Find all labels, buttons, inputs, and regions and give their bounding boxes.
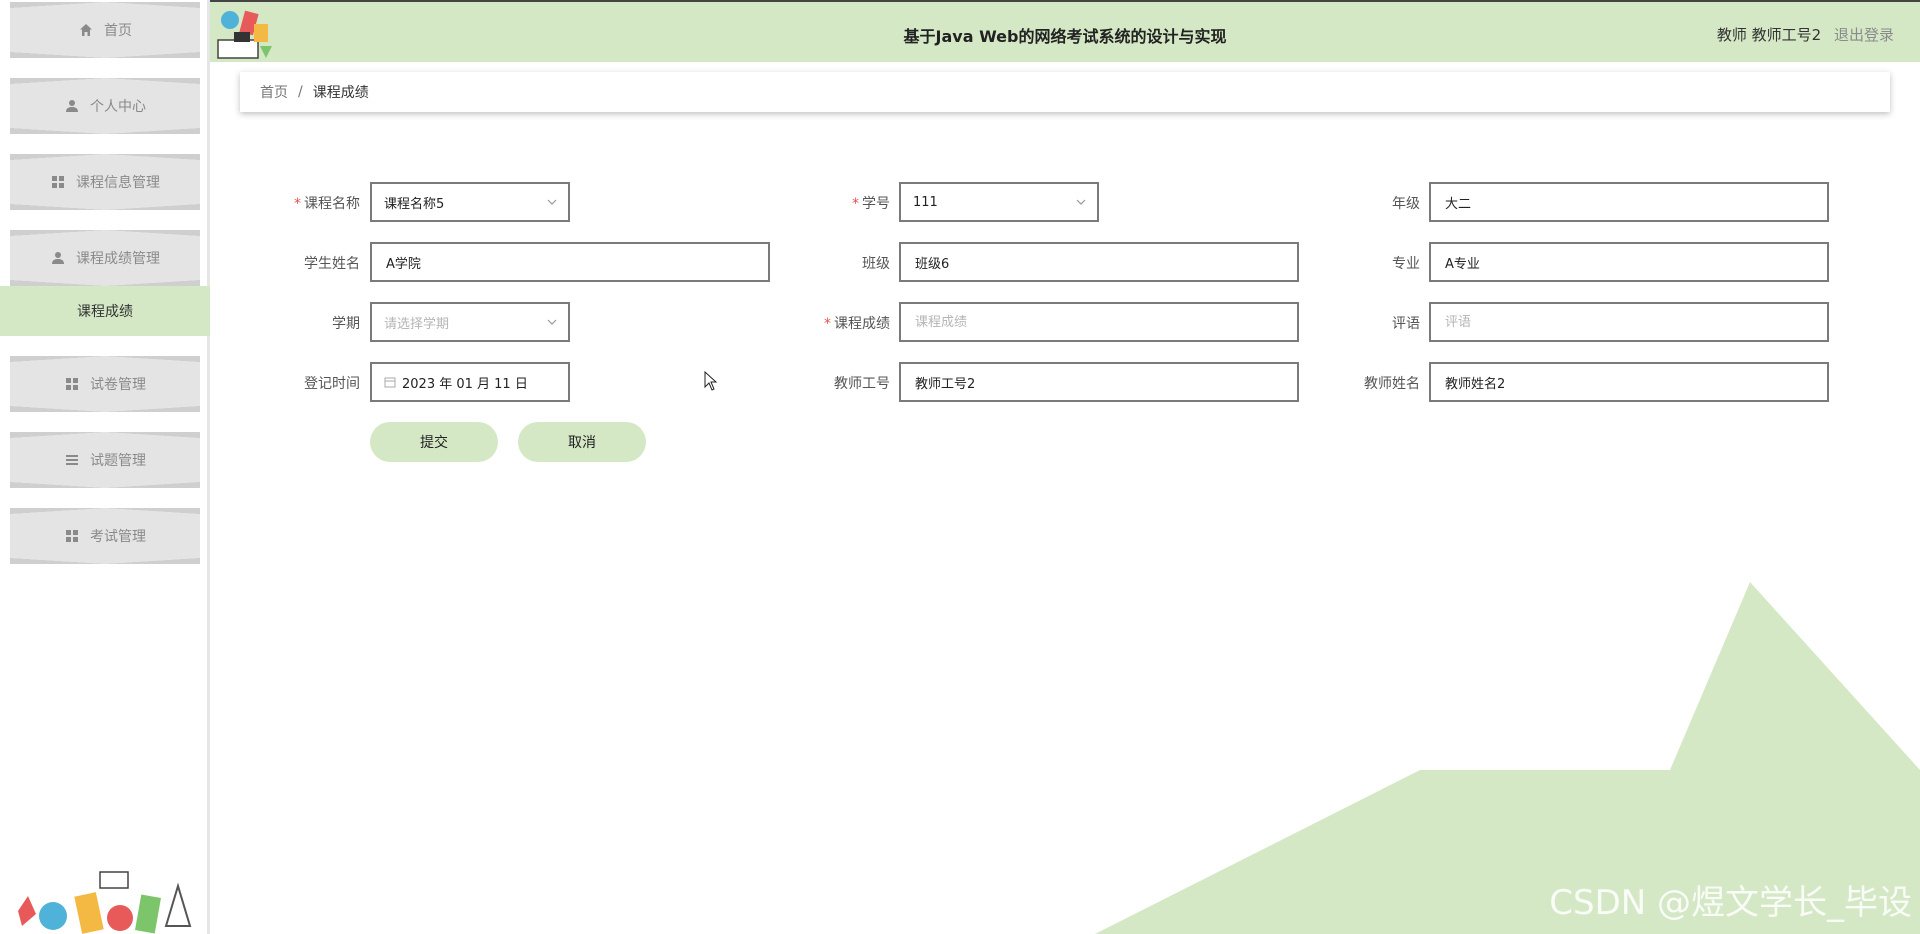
breadcrumb-separator: / [298, 84, 303, 100]
comment-input[interactable] [1443, 313, 1815, 331]
sidebar-subitem-course-score[interactable]: 课程成绩 [0, 286, 210, 336]
sidebar-item-course-info[interactable]: 课程信息管理 [10, 154, 200, 210]
sidebar: 首页 个人中心 课程信息管理 课程成绩管理 课程成绩 试卷管理 试题管理 考试管… [0, 0, 210, 934]
header-user-area: 教师 教师工号2 退出登录 [1717, 24, 1894, 45]
decorative-background-shape [1095, 582, 1920, 934]
sidebar-item-label: 课程成绩管理 [76, 251, 160, 267]
breadcrumb: 首页 / 课程成绩 [240, 72, 1890, 112]
grade-year-input[interactable] [1443, 193, 1815, 211]
class-field[interactable] [899, 242, 1299, 282]
teacher-name-label: 教师姓名 [1364, 376, 1420, 392]
chevron-down-icon [547, 319, 557, 325]
required-mark: * [294, 196, 301, 212]
course-name-label: * 课程名称 [294, 196, 360, 212]
grid-icon [64, 376, 80, 392]
course-name-select[interactable]: 课程名称5 [370, 182, 570, 222]
class-input[interactable] [913, 253, 1285, 271]
teacher-no-input[interactable] [913, 373, 1285, 391]
class-label: 班级 [862, 256, 890, 272]
register-time-label: 登记时间 [304, 376, 360, 392]
register-time-value: 2023 年 01 月 11 日 [402, 376, 528, 392]
student-name-label: 学生姓名 [304, 256, 360, 272]
watermark: CSDN @煜文学长_毕设 [1549, 883, 1912, 923]
sidebar-item-questions[interactable]: 试题管理 [10, 432, 200, 488]
sidebar-item-label: 试卷管理 [90, 377, 146, 393]
major-field[interactable] [1429, 242, 1829, 282]
sidebar-item-exam-paper[interactable]: 试卷管理 [10, 356, 200, 412]
sidebar-item-label: 个人中心 [90, 99, 146, 115]
teacher-name-input[interactable] [1443, 373, 1815, 391]
semester-select[interactable]: 请选择学期 [370, 302, 570, 342]
sidebar-item-home[interactable]: 首页 [10, 2, 200, 58]
semester-label: 学期 [332, 316, 360, 332]
required-mark: * [824, 316, 831, 332]
cancel-button[interactable]: 取消 [518, 422, 646, 462]
user-icon [50, 250, 66, 266]
register-time-picker[interactable]: 2023 年 01 月 11 日 [370, 362, 570, 402]
major-label: 专业 [1392, 256, 1420, 272]
colorful-letters-illustration [18, 871, 192, 934]
sidebar-item-course-score[interactable]: 课程成绩管理 [10, 230, 200, 286]
logout-link[interactable]: 退出登录 [1834, 26, 1894, 44]
chevron-down-icon [547, 199, 557, 205]
list-icon [64, 452, 80, 468]
course-name-value: 课程名称5 [384, 196, 445, 212]
student-name-field[interactable] [370, 242, 770, 282]
chevron-down-icon [1076, 199, 1086, 205]
student-no-value: 111 [913, 194, 938, 210]
sidebar-item-label: 课程信息管理 [76, 175, 160, 191]
semester-placeholder: 请选择学期 [384, 316, 450, 332]
breadcrumb-home[interactable]: 首页 [260, 82, 288, 102]
breadcrumb-current: 课程成绩 [312, 85, 369, 101]
calendar-icon [384, 377, 396, 388]
teacher-no-field[interactable] [899, 362, 1299, 402]
required-mark: * [852, 196, 859, 212]
comment-field[interactable] [1429, 302, 1829, 342]
sidebar-item-label: 考试管理 [90, 529, 146, 545]
grade-year-label: 年级 [1392, 196, 1420, 212]
student-no-label: * 学号 [852, 196, 890, 212]
student-name-input[interactable] [384, 253, 756, 271]
course-score-label: * 课程成绩 [824, 316, 890, 332]
course-score-input[interactable] [913, 313, 1285, 331]
teacher-name-field[interactable] [1429, 362, 1829, 402]
sidebar-item-label: 首页 [104, 23, 132, 39]
sidebar-item-personal-center[interactable]: 个人中心 [10, 78, 200, 134]
teacher-no-label: 教师工号 [834, 376, 890, 392]
major-input[interactable] [1443, 253, 1815, 271]
top-header: 基于Java Web的网络考试系统的设计与实现 教师 教师工号2 退出登录 [210, 0, 1920, 62]
sidebar-item-label: 试题管理 [90, 453, 146, 469]
page-title: 基于Java Web的网络考试系统的设计与实现 [903, 27, 1227, 46]
grid-icon [50, 174, 66, 190]
course-score-field[interactable] [899, 302, 1299, 342]
home-icon [78, 22, 94, 38]
submit-button[interactable]: 提交 [370, 422, 498, 462]
user-icon [64, 98, 80, 114]
comment-label: 评语 [1392, 316, 1420, 332]
grid-icon [64, 528, 80, 544]
student-no-select[interactable]: 111 [899, 182, 1099, 222]
grade-year-field[interactable] [1429, 182, 1829, 222]
sidebar-item-exam[interactable]: 考试管理 [10, 508, 200, 564]
current-user: 教师 教师工号2 [1716, 26, 1822, 44]
mouse-cursor-icon [704, 371, 718, 391]
